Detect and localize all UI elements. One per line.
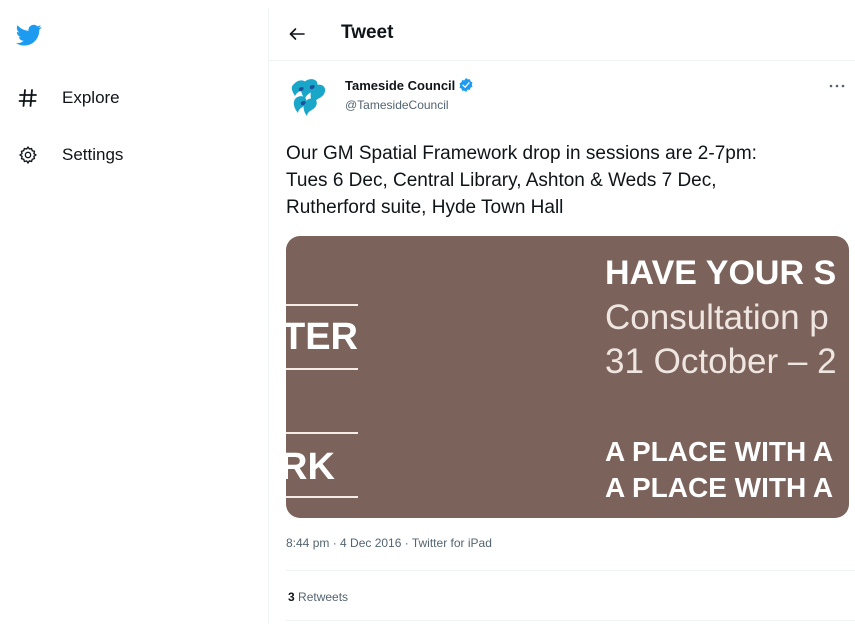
- retweet-count: 3: [288, 590, 295, 604]
- sidebar: Explore Settings: [0, 0, 268, 624]
- media-tagline-2: A PLACE WITH A: [605, 472, 834, 503]
- avatar[interactable]: [286, 74, 330, 118]
- sidebar-item-label: Explore: [62, 88, 120, 107]
- sidebar-item-settings[interactable]: Settings: [16, 141, 123, 169]
- tweet-detail: Tweet Tameside Council @TamesideCouncil: [269, 0, 855, 624]
- timestamp-link[interactable]: 8:44 pm · 4 Dec 2016 · Twitter for iPad: [286, 536, 492, 550]
- hashtag-icon: [16, 86, 40, 110]
- meta-divider: [286, 570, 855, 571]
- header-divider: [269, 60, 855, 61]
- media-fragment-bottom: RK: [286, 446, 335, 488]
- sidebar-item-explore[interactable]: Explore: [16, 84, 120, 112]
- media-rule: [286, 368, 358, 370]
- stats-divider: [286, 620, 855, 621]
- media-fragment-top: TER: [286, 316, 358, 358]
- twitter-bird-icon[interactable]: [14, 22, 44, 48]
- media-rule: [286, 432, 358, 434]
- tweet-text: Our GM Spatial Framework drop in session…: [286, 143, 757, 218]
- more-horizontal-icon: [829, 84, 845, 88]
- media-line-1: Consultation p: [605, 298, 829, 337]
- page-header: Tweet: [269, 12, 855, 58]
- author-handle[interactable]: @TamesideCouncil: [345, 98, 449, 112]
- retweets-link[interactable]: 3 Retweets: [288, 590, 348, 604]
- media-rule: [286, 496, 358, 498]
- tweet-timestamp: 8:44 pm · 4 Dec 2016 · Twitter for iPad: [286, 536, 492, 550]
- media-line-2: 31 October – 2: [605, 342, 837, 381]
- arrow-left-icon: [289, 28, 305, 40]
- author-name: Tameside Council: [345, 77, 456, 93]
- gear-icon: [16, 143, 40, 167]
- retweet-label: Retweets: [298, 590, 349, 604]
- page-title: Tweet: [341, 22, 394, 43]
- media-heading: HAVE YOUR S: [605, 254, 837, 292]
- author-name-link[interactable]: Tameside Council: [345, 77, 474, 93]
- back-button[interactable]: [285, 22, 309, 46]
- more-options-button[interactable]: [825, 76, 849, 96]
- tweet-media-image[interactable]: TER RK HAVE YOUR S Consultation p 31 Oct…: [286, 236, 849, 518]
- media-tagline-1: A PLACE WITH A: [605, 436, 834, 467]
- verified-badge-icon: [459, 78, 473, 92]
- sidebar-item-label: Settings: [62, 145, 124, 164]
- media-rule: [286, 304, 358, 306]
